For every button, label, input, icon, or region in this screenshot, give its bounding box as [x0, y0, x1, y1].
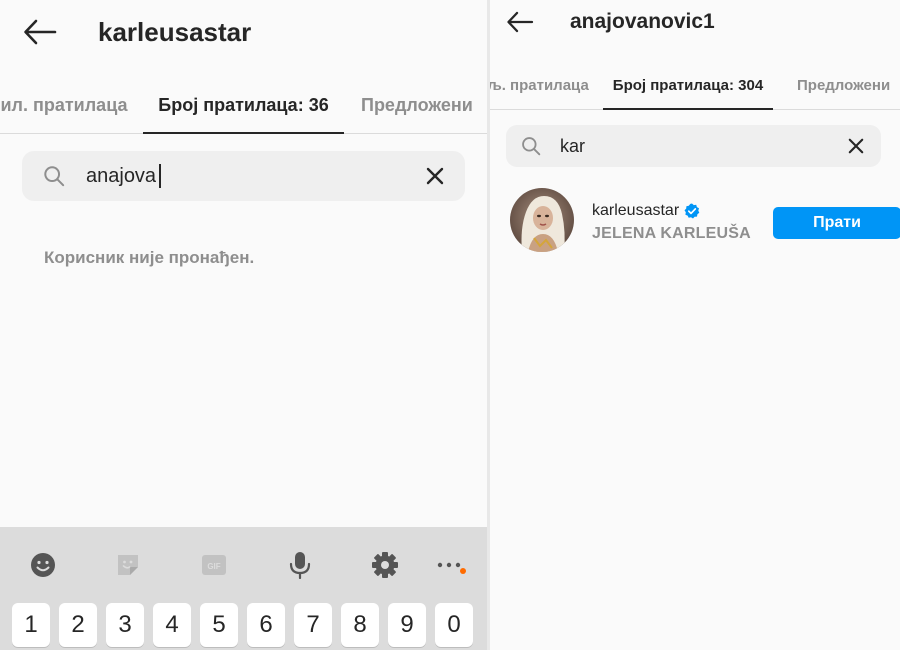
full-name: JELENA KARLEUŠA: [592, 225, 751, 242]
tab-mutual-followers[interactable]: ил. пратилаца: [0, 78, 134, 133]
clear-search-button[interactable]: [423, 164, 447, 188]
search-bar: [506, 125, 881, 167]
clear-search-button[interactable]: [845, 135, 867, 157]
key-5[interactable]: 5: [200, 603, 238, 647]
more-icon: [437, 562, 461, 568]
tab-suggested[interactable]: Предложени: [789, 62, 900, 109]
text-cursor: [159, 164, 161, 188]
search-bar: [22, 151, 465, 201]
follow-button[interactable]: Прати: [773, 207, 900, 239]
key-4[interactable]: 4: [153, 603, 191, 647]
keyboard-toolbar: GIF: [0, 545, 487, 585]
avatar[interactable]: [510, 188, 574, 252]
settings-icon: [372, 552, 398, 578]
search-input[interactable]: [86, 164, 423, 188]
tab-followers[interactable]: Број пратилаца: 36: [143, 78, 344, 134]
back-arrow-icon: [507, 11, 534, 33]
back-button[interactable]: [504, 6, 536, 38]
search-icon: [42, 164, 66, 188]
emoji-icon: [31, 553, 55, 577]
profile-photo: [510, 188, 574, 252]
tab-mutual-followers[interactable]: љ. пратилаца: [490, 62, 592, 109]
search-input[interactable]: [560, 135, 845, 157]
microphone-icon: [289, 552, 311, 579]
verified-badge-icon: [684, 203, 700, 219]
tab-bar: љ. пратилаца Број пратилаца: 304 Предлож…: [490, 62, 900, 110]
header: karleusastar: [0, 8, 487, 56]
key-1[interactable]: 1: [12, 603, 50, 647]
page-title: anajovanovic1: [570, 10, 715, 33]
emoji-button[interactable]: [27, 545, 59, 585]
gif-label: GIF: [207, 562, 220, 571]
sticker-button[interactable]: [112, 545, 144, 585]
page-title: karleusastar: [98, 16, 252, 47]
key-3[interactable]: 3: [106, 603, 144, 647]
gif-button[interactable]: GIF: [198, 545, 230, 585]
close-icon: [848, 138, 864, 154]
username-row: karleusastar: [592, 202, 700, 220]
number-row: 1 2 3 4 5 6 7 8 9 0: [12, 603, 473, 647]
key-6[interactable]: 6: [247, 603, 285, 647]
gif-icon: GIF: [202, 555, 226, 575]
key-0[interactable]: 0: [435, 603, 473, 647]
tab-suggested[interactable]: Предложени: [352, 78, 487, 133]
keyboard-settings-button[interactable]: [369, 545, 401, 585]
back-arrow-icon: [24, 19, 57, 45]
left-screen: karleusastar ил. пратилаца Број пратилац…: [0, 0, 487, 650]
close-icon: [426, 167, 444, 185]
search-result-row[interactable]: karleusastar JELENA KARLEUŠA Прати: [510, 188, 900, 256]
keyboard: GIF 1 2 3 4 5 6 7 8 9 0: [0, 527, 487, 650]
key-8[interactable]: 8: [341, 603, 379, 647]
empty-result-message: Корисник није пронађен.: [44, 248, 255, 267]
header: anajovanovic1: [490, 2, 900, 42]
key-2[interactable]: 2: [59, 603, 97, 647]
voice-input-button[interactable]: [284, 545, 316, 585]
notification-dot: [460, 568, 466, 574]
sticker-icon: [118, 555, 138, 575]
back-button[interactable]: [20, 12, 60, 52]
key-7[interactable]: 7: [294, 603, 332, 647]
search-icon: [520, 135, 542, 157]
more-options-button[interactable]: [433, 545, 465, 585]
tab-followers[interactable]: Број пратилаца: 304: [603, 62, 773, 110]
username[interactable]: karleusastar: [592, 202, 679, 220]
tab-bar: ил. пратилаца Број пратилаца: 36 Предлож…: [0, 78, 487, 134]
right-screen: anajovanovic1 љ. пратилаца Број пратилац…: [490, 0, 900, 650]
key-9[interactable]: 9: [388, 603, 426, 647]
